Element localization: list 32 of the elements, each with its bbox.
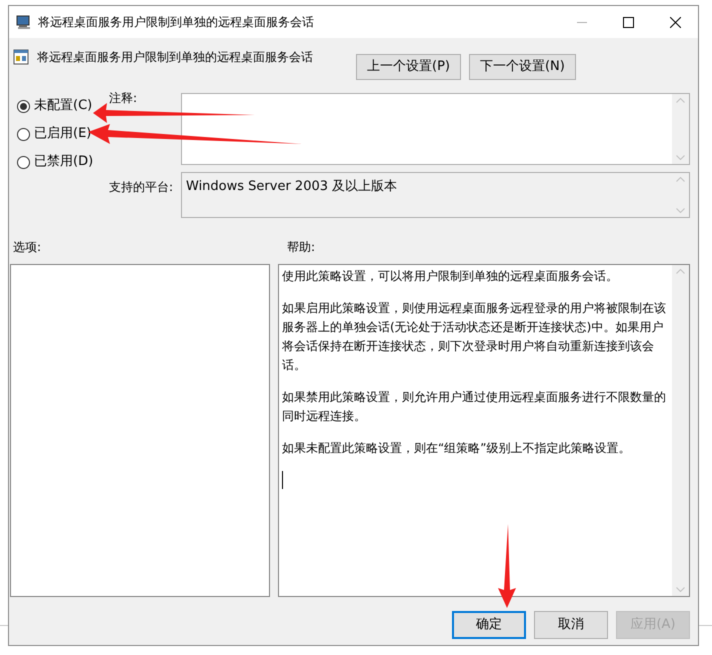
scroll-up-icon[interactable] bbox=[676, 177, 685, 182]
comment-field[interactable] bbox=[181, 93, 690, 165]
nav-button[interactable]: 上一个设置(P) bbox=[356, 54, 461, 80]
help-paragraph: 使用此策略设置，可以将用户限制到单独的远程桌面服务会话。 bbox=[282, 268, 619, 285]
help-label: 帮助: bbox=[286, 239, 316, 256]
platform-value: Windows Server 2003 及以上版本 bbox=[185, 178, 398, 196]
computer-icon bbox=[16, 14, 32, 30]
radio-button[interactable] bbox=[17, 128, 30, 140]
scroll-down-icon[interactable] bbox=[676, 208, 685, 213]
policy-icon bbox=[13, 49, 29, 65]
radio-button[interactable] bbox=[17, 156, 30, 168]
scroll-down-icon[interactable] bbox=[676, 155, 685, 160]
help-paragraph: 如果禁用此策略设置，则允许用户通过使用远程桌面服务进行不限数量的同时远程连接。 bbox=[282, 389, 667, 425]
radio-label: 已启用(E) bbox=[34, 125, 92, 144]
radio-label: 已禁用(D) bbox=[34, 153, 94, 172]
setting-title: 将远程桌面服务用户限制到单独的远程桌面服务会话 bbox=[37, 49, 313, 66]
maximize-icon[interactable] bbox=[623, 16, 634, 28]
close-icon[interactable] bbox=[670, 16, 681, 28]
radio-label: 未配置(C) bbox=[34, 97, 92, 116]
comment-label: 注释: bbox=[109, 90, 138, 103]
options-label: 选项: bbox=[12, 239, 42, 256]
scroll-up-icon[interactable] bbox=[676, 98, 685, 103]
radio-button[interactable] bbox=[17, 100, 30, 112]
scroll-up-icon[interactable] bbox=[676, 269, 685, 274]
dialog-button[interactable]: 确定 bbox=[452, 611, 526, 639]
scroll-down-icon[interactable] bbox=[676, 587, 685, 592]
help-paragraph: 如果未配置此策略设置，则在“组策略”级别上不指定此策略设置。 bbox=[282, 440, 632, 457]
window-title: 将远程桌面服务用户限制到单独的远程桌面服务会话 bbox=[38, 14, 314, 31]
dialog-button[interactable]: 取消 bbox=[534, 611, 608, 639]
nav-button[interactable]: 下一个设置(N) bbox=[468, 54, 576, 80]
platform-label: 支持的平台: bbox=[109, 179, 174, 196]
help-paragraph: 如果启用此策略设置，则使用远程桌面服务远程登录的用户将被限制在该服务器上的单独会话(无论处于活动状态还是断开连接状态)中。如果用户将会话保持在断开连接状态，则下次登录时用户将自动重新连接到该会话。 bbox=[282, 300, 667, 374]
